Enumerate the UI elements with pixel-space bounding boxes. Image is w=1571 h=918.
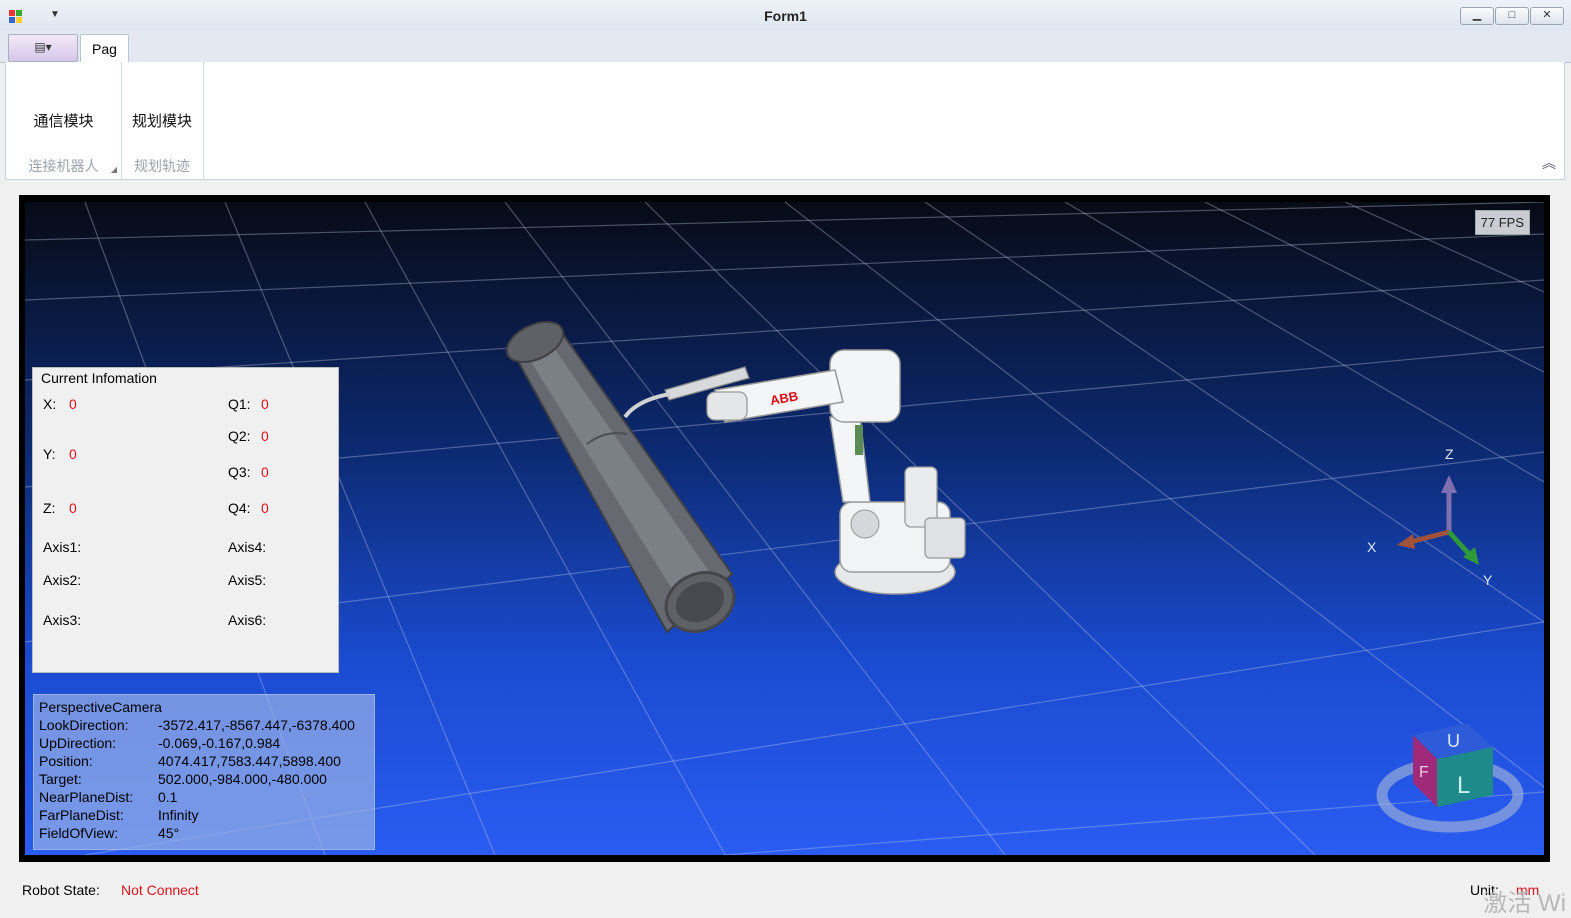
pipe-model xyxy=(505,321,736,634)
robot-state-label: Robot State: xyxy=(22,882,100,898)
ribbon-panel: 通信模块 连接机器人 ◢ 规划模块 规划轨迹 ︽ xyxy=(5,62,1565,180)
q1-label: Q1: xyxy=(228,396,251,412)
camera-title: PerspectiveCamera xyxy=(39,699,162,715)
axis1-label: Axis1: xyxy=(43,539,82,555)
camera-row-value: 502.000,-984.000,-480.000 xyxy=(158,771,327,787)
coordinate-axes-icon: Z X Y xyxy=(1367,446,1493,587)
activation-watermark: 激活 Wi xyxy=(1483,890,1566,917)
minimize-button[interactable]: ▁ xyxy=(1460,7,1494,25)
camera-row-label: Target: xyxy=(39,771,82,787)
group-label-connect-robot: 连接机器人 xyxy=(28,158,99,174)
dialog-launcher-icon[interactable]: ◢ xyxy=(111,165,117,174)
view-cube-icon[interactable]: U F L xyxy=(1375,707,1525,842)
z-value: 0 xyxy=(69,500,77,516)
q4-label: Q4: xyxy=(228,500,251,516)
current-information-panel: Current Infomation X: 0 Y: 0 Z: 0 Q1: 0 … xyxy=(32,367,339,673)
q3-value: 0 xyxy=(261,464,269,480)
robot-state-value: Not Connect xyxy=(121,882,199,898)
axis6-label: Axis6: xyxy=(228,612,267,628)
q1-value: 0 xyxy=(261,396,269,412)
panel-title: Current Infomation xyxy=(41,370,157,386)
axis3-label: Axis3: xyxy=(43,612,82,628)
cube-top-label: U xyxy=(1447,731,1460,751)
camera-info-overlay: PerspectiveCamera LookDirection: -3572.4… xyxy=(33,694,375,850)
camera-row-label: NearPlaneDist: xyxy=(39,789,134,805)
camera-row-label: FieldOfView: xyxy=(39,825,119,841)
cube-right-label: L xyxy=(1457,772,1470,799)
camera-row-value: 4074.417,7583.447,5898.400 xyxy=(158,753,341,769)
camera-row-value: 0.1 xyxy=(158,789,178,805)
communication-module-button[interactable]: 通信模块 xyxy=(6,110,121,131)
camera-row-value: -3572.417,-8567.447,-6378.400 xyxy=(158,717,355,733)
application-menu-icon: ▤▾ xyxy=(34,40,52,54)
cube-front-label: F xyxy=(1419,764,1429,781)
ribbon-group-connect: 通信模块 连接机器人 ◢ xyxy=(6,62,122,179)
axis4-label: Axis4: xyxy=(228,539,267,555)
camera-row-label: FarPlaneDist: xyxy=(39,807,124,823)
camera-row-value: 45° xyxy=(158,825,180,841)
q2-label: Q2: xyxy=(228,428,251,444)
group-label-plan-trajectory: 规划轨迹 xyxy=(134,158,190,174)
title-bar: ▼ Form1 ▁ □ ✕ xyxy=(0,0,1571,32)
planning-module-button[interactable]: 规划模块 xyxy=(121,110,203,131)
camera-row-value: Infinity xyxy=(158,807,199,823)
x-axis-label: X xyxy=(1367,539,1377,555)
ribbon-group-plan: 规划模块 规划轨迹 xyxy=(121,62,204,179)
axis2-label: Axis2: xyxy=(43,572,82,588)
y-axis-label: Y xyxy=(1483,572,1493,587)
maximize-button[interactable]: □ xyxy=(1495,7,1529,25)
y-value: 0 xyxy=(69,446,77,462)
camera-row-value: -0.069,-0.167,0.984 xyxy=(158,735,281,751)
q2-value: 0 xyxy=(261,428,269,444)
q3-label: Q3: xyxy=(228,464,251,480)
viewport-frame: ABB 77 FPS Current Infomation X: 0 Y: 0 … xyxy=(19,195,1550,862)
z-label: Z: xyxy=(43,500,56,516)
status-bar: Robot State: Not Connect Unit: mm 激活 Wi xyxy=(0,868,1571,918)
fps-counter: 77 FPS xyxy=(1474,210,1530,235)
camera-row-label: UpDirection: xyxy=(39,735,117,751)
tab-pag[interactable]: Pag xyxy=(80,34,129,63)
q4-value: 0 xyxy=(261,500,269,516)
y-label: Y: xyxy=(43,446,56,462)
z-axis-label: Z xyxy=(1445,446,1454,462)
3d-viewport[interactable]: ABB 77 FPS Current Infomation X: 0 Y: 0 … xyxy=(25,202,1544,855)
x-value: 0 xyxy=(69,396,77,412)
camera-row-label: Position: xyxy=(39,753,93,769)
camera-row-label: LookDirection: xyxy=(39,717,129,733)
axis5-label: Axis5: xyxy=(228,572,267,588)
application-menu-button[interactable]: ▤▾ xyxy=(8,34,78,62)
close-button[interactable]: ✕ xyxy=(1530,7,1564,25)
x-label: X: xyxy=(43,396,57,412)
ribbon-tab-strip: ▤▾ Pag xyxy=(0,31,1571,63)
window-title: Form1 xyxy=(764,8,807,24)
chevron-up-icon[interactable]: ︽ xyxy=(1542,153,1556,173)
